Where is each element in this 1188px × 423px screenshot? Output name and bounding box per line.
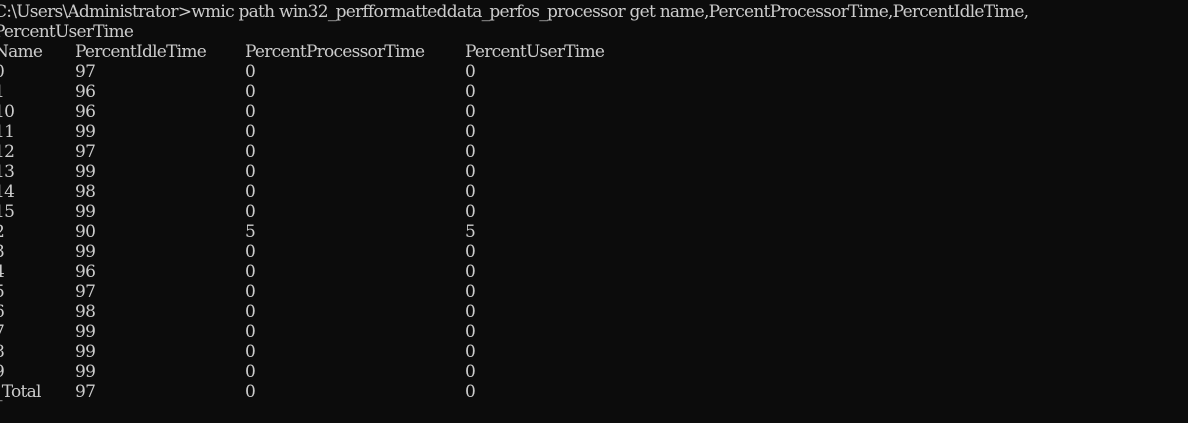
output-header-row: Name PercentIdleTime PercentProcessorTim…	[0, 42, 1188, 62]
cell-percent-user-time: 0	[465, 362, 476, 382]
header-percent-processor-time: PercentProcessorTime	[245, 42, 425, 62]
cell-name: 14	[0, 182, 15, 202]
cell-percent-idle-time: 98	[75, 182, 96, 202]
cell-name: 1	[0, 82, 5, 102]
cell-percent-idle-time: 97	[75, 282, 96, 302]
header-name: Name	[0, 42, 43, 62]
cell-name: 7	[0, 322, 5, 342]
cell-percent-processor-time: 0	[245, 262, 256, 282]
cell-percent-processor-time: 0	[245, 302, 256, 322]
cell-percent-user-time: 5	[465, 222, 476, 242]
cell-percent-processor-time: 0	[245, 182, 256, 202]
cell-name: 12	[0, 142, 15, 162]
cell-percent-idle-time: 99	[75, 242, 96, 262]
output-row: 13 99 0 0	[0, 162, 1188, 182]
cell-percent-idle-time: 96	[75, 102, 96, 122]
command-line-wrap: PercentUserTime	[0, 22, 134, 42]
cell-percent-user-time: 0	[465, 262, 476, 282]
cell-name: 6	[0, 302, 5, 322]
cell-percent-processor-time: 0	[245, 142, 256, 162]
cell-percent-user-time: 0	[465, 82, 476, 102]
cell-percent-idle-time: 99	[75, 122, 96, 142]
output-row: 1 96 0 0	[0, 82, 1188, 102]
output-row: 14 98 0 0	[0, 182, 1188, 202]
cell-percent-idle-time: 99	[75, 162, 96, 182]
cell-percent-processor-time: 0	[245, 382, 256, 402]
cell-name: 0	[0, 62, 5, 82]
cell-percent-user-time: 0	[465, 182, 476, 202]
cell-percent-processor-time: 0	[245, 102, 256, 122]
cell-percent-processor-time: 0	[245, 282, 256, 302]
cell-percent-user-time: 0	[465, 322, 476, 342]
output-row: 12 97 0 0	[0, 142, 1188, 162]
cell-percent-processor-time: 0	[245, 162, 256, 182]
cell-percent-idle-time: 97	[75, 62, 96, 82]
cell-percent-idle-time: 99	[75, 322, 96, 342]
cell-percent-idle-time: 96	[75, 82, 96, 102]
command-line: C:\Users\Administrator>wmic path win32_p…	[0, 2, 1029, 22]
output-row: 15 99 0 0	[0, 202, 1188, 222]
cell-percent-idle-time: 99	[75, 362, 96, 382]
cell-percent-idle-time: 90	[75, 222, 96, 242]
output-row: 2 90 5 5	[0, 222, 1188, 242]
output-row: 11 99 0 0	[0, 122, 1188, 142]
cell-percent-user-time: 0	[465, 302, 476, 322]
cell-percent-processor-time: 0	[245, 62, 256, 82]
cell-percent-user-time: 0	[465, 382, 476, 402]
cell-percent-processor-time: 0	[245, 122, 256, 142]
output-row: 8 99 0 0	[0, 342, 1188, 362]
header-percent-idle-time: PercentIdleTime	[75, 42, 207, 62]
cell-percent-idle-time: 97	[75, 382, 96, 402]
cell-name: 9	[0, 362, 5, 382]
cell-percent-idle-time: 99	[75, 202, 96, 222]
cell-name: 2	[0, 222, 5, 242]
console-window[interactable]: C:\Users\Administrator>wmic path win32_p…	[0, 2, 1188, 423]
cell-percent-user-time: 0	[465, 242, 476, 262]
cell-percent-user-time: 0	[465, 62, 476, 82]
cell-percent-processor-time: 0	[245, 242, 256, 262]
cell-name: 5	[0, 282, 5, 302]
cell-percent-idle-time: 97	[75, 142, 96, 162]
cell-percent-processor-time: 5	[245, 222, 256, 242]
cell-percent-user-time: 0	[465, 202, 476, 222]
output-row: 10 96 0 0	[0, 102, 1188, 122]
cell-percent-idle-time: 96	[75, 262, 96, 282]
cell-percent-user-time: 0	[465, 162, 476, 182]
cell-percent-processor-time: 0	[245, 82, 256, 102]
cell-percent-user-time: 0	[465, 282, 476, 302]
output-row: 4 96 0 0	[0, 262, 1188, 282]
cell-name: 3	[0, 242, 5, 262]
output-row: 3 99 0 0	[0, 242, 1188, 262]
cell-percent-user-time: 0	[465, 142, 476, 162]
output-row: 5 97 0 0	[0, 282, 1188, 302]
cell-name: _Total	[0, 382, 41, 402]
output-row: _Total 97 0 0	[0, 382, 1188, 402]
cell-percent-processor-time: 0	[245, 202, 256, 222]
output-row: 0 97 0 0	[0, 62, 1188, 82]
cell-percent-idle-time: 98	[75, 302, 96, 322]
cell-percent-idle-time: 99	[75, 342, 96, 362]
cell-name: 10	[0, 102, 15, 122]
cell-percent-processor-time: 0	[245, 362, 256, 382]
output-row: 99900	[0, 362, 1188, 382]
output-row: 7 99 0 0	[0, 322, 1188, 342]
cell-name: 8	[0, 342, 5, 362]
cell-percent-user-time: 0	[465, 102, 476, 122]
header-percent-user-time: PercentUserTime	[465, 42, 605, 62]
cell-name: 4	[0, 262, 5, 282]
cell-name: 11	[0, 122, 15, 142]
cell-name: 13	[0, 162, 15, 182]
cell-percent-user-time: 0	[465, 342, 476, 362]
output-rows: 0970019600109600119900129700139900149800…	[0, 62, 1188, 402]
cell-percent-processor-time: 0	[245, 322, 256, 342]
cell-percent-processor-time: 0	[245, 342, 256, 362]
cell-percent-user-time: 0	[465, 122, 476, 142]
output-row: 6 98 0 0	[0, 302, 1188, 322]
cell-name: 15	[0, 202, 15, 222]
